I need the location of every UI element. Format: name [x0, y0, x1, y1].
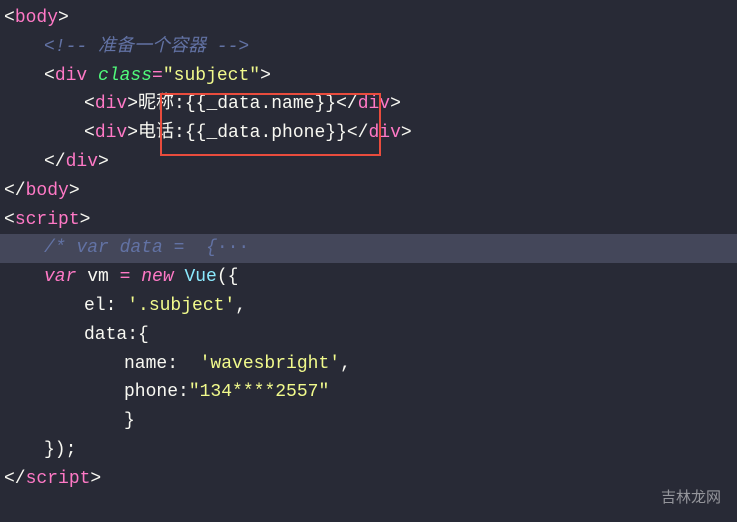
- html-comment: <!-- 准备一个容器 -->: [44, 37, 249, 57]
- code-line: }: [0, 407, 737, 436]
- tag-body-close: body: [26, 181, 69, 201]
- var-vm: vm: [76, 267, 119, 287]
- code-line: </body>: [0, 177, 737, 206]
- code-line: <body>: [0, 4, 737, 33]
- fold-indicator[interactable]: ···: [217, 238, 249, 258]
- tag-script-open: script: [15, 210, 80, 230]
- class-vue: Vue: [184, 267, 216, 287]
- code-line: <div>昵称:{{_data.name}}</div>: [0, 90, 737, 119]
- code-line: <div>电话:{{_data.phone}}</div>: [0, 119, 737, 148]
- text-phone-label: 电话:: [138, 123, 185, 143]
- tag-div: div: [95, 94, 127, 114]
- punct-close-brace: }: [124, 411, 135, 431]
- mustache-name: {{_data.name}}: [185, 94, 336, 114]
- code-line: var vm = new Vue({: [0, 263, 737, 292]
- code-line: <script>: [0, 206, 737, 235]
- string-phone: "134****2557": [189, 382, 329, 402]
- code-line: </div>: [0, 148, 737, 177]
- code-line: data:{: [0, 321, 737, 350]
- tag-body-open: body: [15, 8, 58, 28]
- tag-div-close: div: [368, 123, 400, 143]
- keyword-new: new: [130, 267, 184, 287]
- string-el: '.subject': [127, 296, 235, 316]
- tag-div-close: div: [358, 94, 390, 114]
- attr-value-subject: "subject": [163, 66, 260, 86]
- code-line: el: '.subject',: [0, 292, 737, 321]
- tag-div: div: [55, 66, 87, 86]
- attr-class: class: [98, 66, 152, 86]
- code-line: phone:"134****2557": [0, 378, 737, 407]
- code-line: name: 'wavesbright',: [0, 350, 737, 379]
- tag-div-close: div: [66, 152, 98, 172]
- prop-name: name: [124, 354, 167, 374]
- code-line: <div class="subject">: [0, 62, 737, 91]
- prop-el: el: [84, 296, 106, 316]
- keyword-var: var: [44, 267, 76, 287]
- text-nickname-label: 昵称:: [138, 94, 185, 114]
- operator-eq: =: [120, 267, 131, 287]
- punct-open: ({: [217, 267, 239, 287]
- code-line: });: [0, 436, 737, 465]
- mustache-phone: {{_data.phone}}: [185, 123, 347, 143]
- tag-script-close: script: [26, 469, 91, 489]
- watermark-text: 吉林龙网: [661, 486, 721, 510]
- prop-data: data: [84, 325, 127, 345]
- string-name: 'wavesbright': [200, 354, 340, 374]
- code-line: </script>: [0, 465, 737, 494]
- tag-div: div: [95, 123, 127, 143]
- code-editor: <body> <!-- 准备一个容器 --> <div class="subje…: [0, 4, 737, 494]
- punct-close-all: });: [44, 440, 76, 460]
- prop-phone: phone: [124, 382, 178, 402]
- collapsed-comment: /* var data = {: [44, 238, 217, 258]
- code-line-collapsed[interactable]: /* var data = {···: [0, 234, 737, 263]
- code-line: <!-- 准备一个容器 -->: [0, 33, 737, 62]
